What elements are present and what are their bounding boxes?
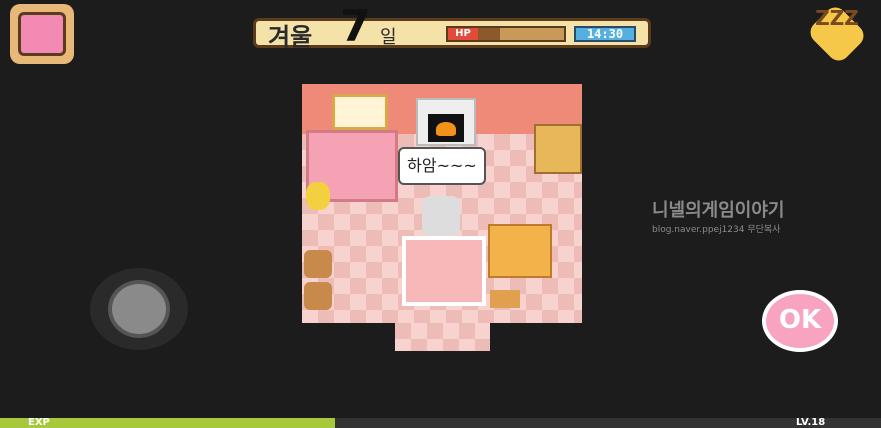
sleep-button[interactable]: ZZZ: [812, 8, 862, 58]
player-character: [422, 196, 460, 236]
watermark-sub: blog.naver.ppej1234 무단복사: [652, 225, 781, 235]
season-label: 겨울: [268, 23, 313, 51]
exp-label: EXP: [28, 417, 50, 428]
barrel-icon[interactable]: [304, 250, 332, 278]
status-hud: 겨울 7 일 HP 14:30: [253, 5, 651, 51]
hp-fill: [478, 28, 500, 40]
exp-bar: [0, 418, 881, 428]
watermark-title: 니넬의게임이야기: [652, 200, 785, 221]
speech-bubble: 하암~~~: [398, 147, 486, 185]
rug: [402, 236, 486, 306]
joystick-knob[interactable]: [108, 280, 170, 338]
ok-button[interactable]: OK: [762, 290, 838, 352]
exp-fill: [0, 418, 335, 428]
dresser-icon[interactable]: [534, 124, 582, 174]
barrel-icon[interactable]: [304, 282, 332, 310]
clock-display: 14:30: [574, 26, 636, 42]
day-number: 7: [340, 1, 371, 52]
window-icon: [332, 94, 388, 130]
journal-book-icon[interactable]: [10, 4, 74, 64]
room-exit[interactable]: [395, 323, 490, 351]
day-unit: 일: [380, 27, 397, 48]
flower-pot-icon: [306, 182, 330, 210]
hp-label: HP: [448, 28, 478, 40]
hp-bar: HP: [446, 26, 566, 42]
table-icon[interactable]: [488, 224, 552, 278]
stool-icon: [490, 290, 520, 308]
fireplace-icon[interactable]: [416, 98, 476, 146]
level-label: LV.18: [796, 417, 826, 428]
room-scene: [302, 84, 582, 323]
